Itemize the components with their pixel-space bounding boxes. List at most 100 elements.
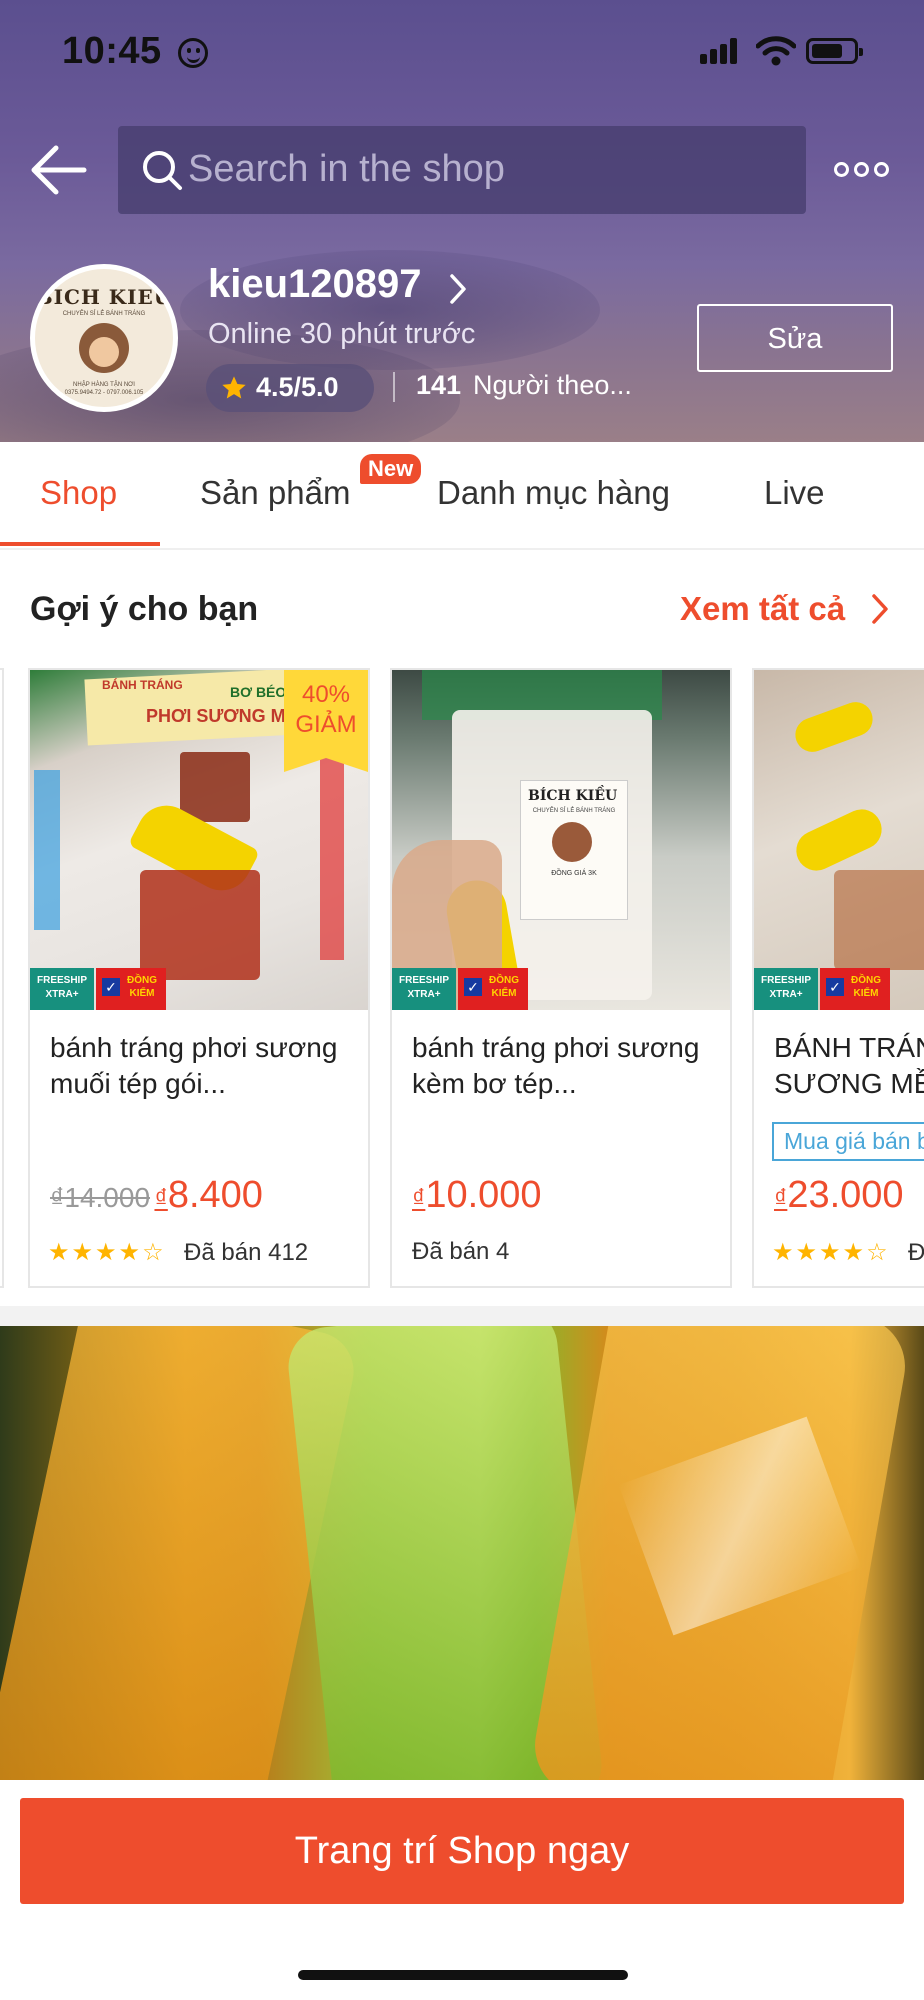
active-tab-indicator bbox=[0, 542, 160, 546]
online-status: Online 30 phút trước bbox=[208, 318, 476, 350]
back-button[interactable] bbox=[28, 138, 92, 202]
followers-label[interactable]: Người theo... bbox=[473, 370, 632, 401]
avatar-footer-line: 0375.9494.72 - 0797.006.105 bbox=[64, 390, 144, 396]
new-badge: New bbox=[360, 454, 422, 484]
price: 23.000 bbox=[787, 1174, 904, 1216]
followers-count[interactable]: 141 bbox=[416, 370, 461, 401]
search-placeholder: Search in the shop bbox=[188, 148, 505, 190]
product-image: BÍCH KIỀU CHUYÊN SỈ LẺ BÁNH TRÁNG ĐỒNG G… bbox=[392, 670, 730, 1010]
avatar-figure bbox=[79, 323, 129, 373]
checked-badge: ĐỒNG KIỂM bbox=[96, 968, 166, 1010]
section-title: Gợi ý cho bạn bbox=[30, 590, 259, 628]
badge-text: KIỂM bbox=[853, 988, 879, 999]
more-icon bbox=[834, 162, 849, 177]
price-row: ₫14.000 ₫8.400 bbox=[50, 1174, 263, 1217]
product-carousel[interactable]: BÁNH TRÁNG BƠ BÉO PHƠI SƯƠNG MUỐI 40% GI… bbox=[0, 668, 924, 1290]
product-card[interactable]: BÁNH TRÁNG BƠ BÉO PHƠI SƯƠNG MUỐI 40% GI… bbox=[28, 668, 370, 1288]
badge-text: XTRA+ bbox=[45, 989, 79, 1000]
shop-name[interactable]: kieu120897 bbox=[208, 262, 422, 307]
product-image: FREESHIP XTRA+ ĐỒNG KIỂM bbox=[754, 670, 924, 1010]
shop-header: 10:45 Search in the shop BICH KIEU CHUYÊ… bbox=[0, 0, 924, 442]
search-input[interactable]: Search in the shop bbox=[118, 126, 806, 214]
bottom-action-bar: Trang trí Shop ngay bbox=[0, 1780, 924, 2000]
image-label: CHUYÊN SỈ LẺ BÁNH TRÁNG bbox=[532, 808, 616, 814]
shop-rating: 4.5/5.0 bbox=[206, 364, 374, 412]
search-icon bbox=[143, 151, 182, 190]
checked-badge: ĐỒNG KIỂM bbox=[820, 968, 890, 1010]
image-label: BƠ BÉO bbox=[230, 684, 287, 700]
avatar-subtitle: CHUYÊN SỈ LẺ BÁNH TRÁNG bbox=[62, 311, 146, 317]
product-title: BÁNH TRÁNG PHƠI SƯƠNG MỀM bbox=[774, 1032, 924, 1099]
product-image: BÁNH TRÁNG BƠ BÉO PHƠI SƯƠNG MUỐI 40% GI… bbox=[30, 670, 368, 1010]
price-currency: ₫ bbox=[412, 1183, 426, 1213]
badge-text: ĐỒNG bbox=[127, 975, 157, 986]
avatar-footer-line: NHẬP HÀNG TẬN NƠI bbox=[73, 382, 135, 388]
product-card[interactable]: FREESHIP XTRA+ ĐỒNG KIỂM BÁNH TRÁNG PHƠI… bbox=[752, 668, 924, 1288]
image-label: BÁNH TRÁNG bbox=[102, 678, 183, 692]
sold-count: Đã bán 412 bbox=[184, 1238, 309, 1266]
edit-shop-label: Sửa bbox=[767, 323, 823, 355]
more-options-button[interactable] bbox=[834, 150, 894, 190]
product-title: bánh tráng phơi sương muối tép gói... bbox=[50, 1032, 338, 1099]
section-divider bbox=[0, 1306, 924, 1326]
chevron-right-icon[interactable] bbox=[448, 272, 468, 306]
signal-icon bbox=[700, 38, 744, 64]
price-row: ₫23.000 bbox=[774, 1174, 904, 1217]
badge-text: FREESHIP bbox=[36, 975, 87, 986]
shop-banner-image[interactable] bbox=[0, 1326, 924, 1780]
face-icon bbox=[178, 38, 208, 68]
image-label: ĐỒNG GIÁ 3K bbox=[551, 870, 597, 877]
badge-text: XTRA+ bbox=[407, 989, 441, 1000]
sold-count: Đã bán 4 bbox=[412, 1238, 510, 1265]
decorate-shop-button[interactable]: Trang trí Shop ngay bbox=[20, 1798, 904, 1904]
product-card[interactable]: BÍCH KIỀU CHUYÊN SỈ LẺ BÁNH TRÁNG ĐỒNG G… bbox=[390, 668, 732, 1288]
price-row: ₫10.000 bbox=[412, 1174, 542, 1217]
see-all-link[interactable]: Xem tất cả bbox=[680, 590, 845, 628]
product-title: bánh tráng phơi sương kèm bơ tép... bbox=[412, 1032, 700, 1099]
wholesale-chip: Mua giá bán buôn bbox=[772, 1122, 924, 1161]
price-currency: ₫ bbox=[154, 1183, 168, 1213]
rating-row: Đã bán 4 bbox=[410, 1238, 509, 1266]
battery-icon bbox=[806, 38, 863, 64]
tab-categories[interactable]: Danh mục hàng bbox=[437, 474, 670, 512]
badge-text: KIỂM bbox=[491, 988, 517, 999]
badge-text: ĐỒNG bbox=[489, 975, 519, 986]
shop-avatar[interactable]: BICH KIEU CHUYÊN SỈ LẺ BÁNH TRÁNG NHẬP H… bbox=[30, 264, 178, 412]
freeship-badge: FREESHIP XTRA+ bbox=[754, 968, 818, 1010]
freeship-badge: FREESHIP XTRA+ bbox=[30, 968, 94, 1010]
checked-badge: ĐỒNG KIỂM bbox=[458, 968, 528, 1010]
price-currency: ₫ bbox=[774, 1183, 788, 1213]
rating-row: ★★★★☆ Đã bán 412 bbox=[48, 1238, 308, 1267]
home-indicator[interactable] bbox=[298, 1970, 628, 1980]
image-label: BÍCH KIỀU bbox=[528, 788, 618, 804]
price: 8.400 bbox=[167, 1174, 263, 1216]
rating-row: ★★★★☆ Đã bán bbox=[772, 1238, 924, 1267]
badge-text: ĐỒNG bbox=[851, 975, 881, 986]
badge-text: KIỂM bbox=[129, 988, 155, 999]
status-bar: 10:45 bbox=[0, 0, 924, 100]
sold-count: Đã bán bbox=[908, 1238, 924, 1266]
freeship-badge: FREESHIP XTRA+ bbox=[392, 968, 456, 1010]
badge-text: FREESHIP bbox=[398, 975, 449, 986]
discount-tag: 40% GIẢM bbox=[284, 670, 368, 772]
product-card-edge bbox=[0, 668, 4, 1288]
divider bbox=[393, 372, 395, 402]
status-time: 10:45 bbox=[62, 30, 162, 72]
tab-shop[interactable]: Shop bbox=[40, 474, 117, 512]
edit-shop-button[interactable]: Sửa bbox=[697, 304, 893, 372]
avatar-footer: NHẬP HÀNG TẬN NƠI 0375.9494.72 - 0797.00… bbox=[35, 381, 173, 397]
rating-value: 4.5/5.0 bbox=[256, 372, 339, 402]
avatar-brand: BICH KIEU bbox=[35, 285, 173, 309]
discount-label: GIẢM bbox=[295, 711, 357, 738]
price: 10.000 bbox=[425, 1174, 542, 1216]
chevron-right-icon[interactable] bbox=[870, 592, 890, 626]
tab-live[interactable]: Live bbox=[764, 474, 825, 512]
discount-percent: 40% bbox=[301, 681, 351, 708]
star-rating: ★★★★☆ bbox=[772, 1239, 890, 1266]
tab-products[interactable]: Sản phẩm bbox=[200, 474, 350, 512]
decorate-shop-label: Trang trí Shop ngay bbox=[294, 1830, 630, 1872]
original-price: ₫14.000 bbox=[50, 1182, 151, 1213]
wifi-icon bbox=[756, 36, 796, 66]
badge-text: XTRA+ bbox=[769, 989, 803, 1000]
shop-tabs: Shop Sản phẩm New Danh mục hàng Live bbox=[0, 442, 924, 550]
